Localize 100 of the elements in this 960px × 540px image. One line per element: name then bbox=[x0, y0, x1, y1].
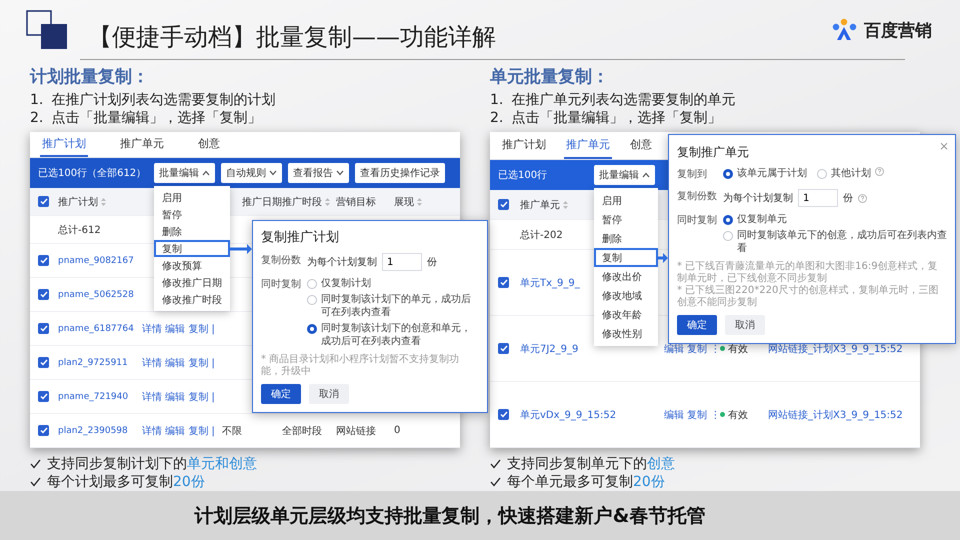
field-suffix: 份 bbox=[843, 192, 853, 206]
row-name-link[interactable]: 单元7J2_9_9 bbox=[520, 342, 578, 356]
toolbar-button[interactable]: 查看历史操作记录 bbox=[355, 163, 445, 184]
menu-item[interactable]: 修改推广时段 bbox=[154, 291, 230, 308]
row-name-link[interactable]: 单元Tx_9_9_ bbox=[520, 276, 580, 290]
note-text: * 已下线百青藤流量单元的单图和大图非16:9创意样式，复制单元时，已下线创意不同步复制 bbox=[677, 261, 939, 284]
radio-button[interactable] bbox=[723, 169, 733, 180]
section-heading: 单元批量复制： bbox=[490, 66, 610, 88]
radio-button[interactable] bbox=[723, 215, 733, 226]
row-name-link[interactable]: pname_721940 bbox=[58, 392, 128, 402]
sort-icon bbox=[325, 198, 330, 206]
selection-count: 已选100行 bbox=[498, 168, 548, 182]
toolbar-button[interactable]: 自动规则 bbox=[221, 163, 282, 184]
dialog-title: 复制推广计划 bbox=[261, 229, 339, 248]
menu-item[interactable]: 删除 bbox=[594, 229, 658, 248]
help-icon bbox=[858, 194, 867, 203]
column-header: 推广时段 bbox=[282, 194, 330, 209]
row-actions[interactable]: 详情 编辑 复制 | bbox=[142, 356, 215, 370]
table-cell-text: 网站链接 bbox=[336, 424, 376, 438]
row-name-link[interactable]: pname_9082167 bbox=[58, 256, 134, 266]
toolbar-button[interactable]: 查看报告 bbox=[288, 163, 349, 184]
section-heading: 计划批量复制： bbox=[30, 66, 150, 88]
field-label: 同时复制 bbox=[677, 214, 717, 228]
menu-item[interactable]: 暂停 bbox=[594, 210, 658, 230]
menu-item[interactable]: 复制 bbox=[594, 248, 658, 268]
option-label: 同时复制该计划下的创意和单元，成功后可在列表内查看 bbox=[321, 322, 472, 348]
step-number: 1. bbox=[30, 91, 44, 110]
row-name-link[interactable]: 单元vDx_9_9_15:52 bbox=[520, 408, 616, 422]
checkbox[interactable] bbox=[498, 409, 509, 420]
radio-button[interactable] bbox=[307, 324, 317, 334]
count-input[interactable]: 1 bbox=[798, 189, 838, 208]
checkbox[interactable] bbox=[38, 196, 49, 208]
menu-item[interactable]: 修改预算 bbox=[154, 257, 230, 274]
row-actions[interactable]: 详情 编辑 复制 | bbox=[142, 390, 215, 404]
checkbox[interactable] bbox=[498, 199, 509, 210]
checkbox[interactable] bbox=[38, 425, 49, 436]
row-actions[interactable]: 详情 编辑 复制 | bbox=[142, 322, 215, 336]
sort-icon bbox=[563, 200, 568, 209]
field-prefix: 为每个计划复制 bbox=[307, 256, 377, 270]
option-label: 仅复制计划 bbox=[321, 277, 371, 290]
menu-item[interactable]: 暂停 bbox=[154, 206, 230, 224]
row-actions[interactable]: 编辑 复制 ⋮ bbox=[664, 342, 720, 356]
dialog-title: 复制推广单元 bbox=[677, 144, 749, 162]
row-name-link[interactable]: pname_6187764 bbox=[58, 324, 134, 334]
note-text: * 商品目录计划和小程序计划暂不支持复制功能，升级中 bbox=[261, 354, 460, 378]
column-header: 推广计划 bbox=[58, 194, 106, 209]
option-label: 该单元属于计划 bbox=[737, 167, 807, 180]
menu-item[interactable]: 修改性别 bbox=[594, 324, 658, 344]
menu-item[interactable]: 删除 bbox=[154, 223, 230, 240]
field-label: 复制份数 bbox=[261, 254, 301, 268]
checkbox[interactable] bbox=[498, 343, 509, 354]
row-name-link[interactable]: plan2_2390598 bbox=[58, 426, 128, 436]
caret-icon bbox=[202, 170, 210, 176]
menu-item[interactable]: 修改年龄 bbox=[594, 305, 658, 324]
row-name-link[interactable]: plan2_9725911 bbox=[58, 358, 128, 368]
option-label: 其他计划 bbox=[831, 167, 871, 180]
menu-item[interactable]: 启用 bbox=[154, 189, 230, 206]
column-header: 推广日期 bbox=[242, 196, 282, 209]
bullet-text: 支持同步复制单元下的创意 bbox=[507, 455, 675, 474]
help-icon bbox=[875, 167, 884, 176]
total-label: 总计-202 bbox=[520, 228, 563, 242]
caret-icon bbox=[642, 172, 650, 178]
tab[interactable]: 推广单元 bbox=[118, 132, 166, 158]
menu-item[interactable]: 复制 bbox=[154, 240, 230, 258]
checkbox[interactable] bbox=[38, 289, 49, 300]
count-input[interactable]: 1 bbox=[382, 253, 422, 272]
checkbox[interactable] bbox=[38, 391, 49, 402]
table-cell-text: 不限 bbox=[222, 424, 242, 438]
menu-item[interactable]: 启用 bbox=[594, 191, 658, 210]
status-dot-icon bbox=[720, 412, 725, 418]
tab[interactable]: 推广计划 bbox=[500, 132, 548, 160]
toolbar-button[interactable]: 批量编辑 bbox=[594, 165, 655, 186]
checkbox[interactable] bbox=[498, 277, 509, 288]
field-label: 复制到 bbox=[677, 168, 708, 182]
caret-icon bbox=[336, 170, 344, 176]
confirm-button[interactable]: 确定 bbox=[261, 384, 301, 404]
confirm-button[interactable]: 确定 bbox=[677, 315, 717, 336]
step-text: 在推广计划列表勾选需要复制的计划 bbox=[51, 91, 276, 110]
menu-item[interactable]: 修改地域 bbox=[594, 286, 658, 306]
table-cell-text: 网站链接_计划X3_9_9_15:52 bbox=[768, 342, 903, 356]
bullet-text: 每个单元最多可复制20份 bbox=[507, 473, 665, 492]
row-name-link[interactable]: pname_5062528 bbox=[58, 290, 134, 300]
menu-item[interactable]: 修改出价 bbox=[594, 267, 658, 286]
row-actions[interactable]: 详情 编辑 复制 | bbox=[142, 424, 215, 438]
option-label: 同时复制该计划下的单元，成功后可在列表内查看 bbox=[321, 293, 472, 320]
checkbox[interactable] bbox=[38, 255, 49, 266]
cancel-button[interactable]: 取消 bbox=[725, 315, 765, 336]
cancel-button[interactable]: 取消 bbox=[309, 384, 349, 404]
tab[interactable]: 创意 bbox=[628, 132, 654, 160]
table-cell: 0 bbox=[394, 425, 400, 436]
checkbox[interactable] bbox=[38, 323, 49, 334]
toolbar-button[interactable]: 批量编辑 bbox=[154, 163, 215, 184]
squares-logo-icon bbox=[26, 10, 68, 50]
tab[interactable]: 创意 bbox=[196, 132, 222, 158]
menu-item[interactable]: 修改推广日期 bbox=[154, 274, 230, 292]
bullet-text: 支持同步复制计划下的单元和创意 bbox=[47, 455, 257, 474]
sort-icon bbox=[417, 198, 422, 206]
checkbox[interactable] bbox=[38, 357, 49, 368]
field-suffix: 份 bbox=[427, 256, 437, 270]
row-actions[interactable]: 编辑 复制 ⋮ bbox=[664, 408, 720, 422]
